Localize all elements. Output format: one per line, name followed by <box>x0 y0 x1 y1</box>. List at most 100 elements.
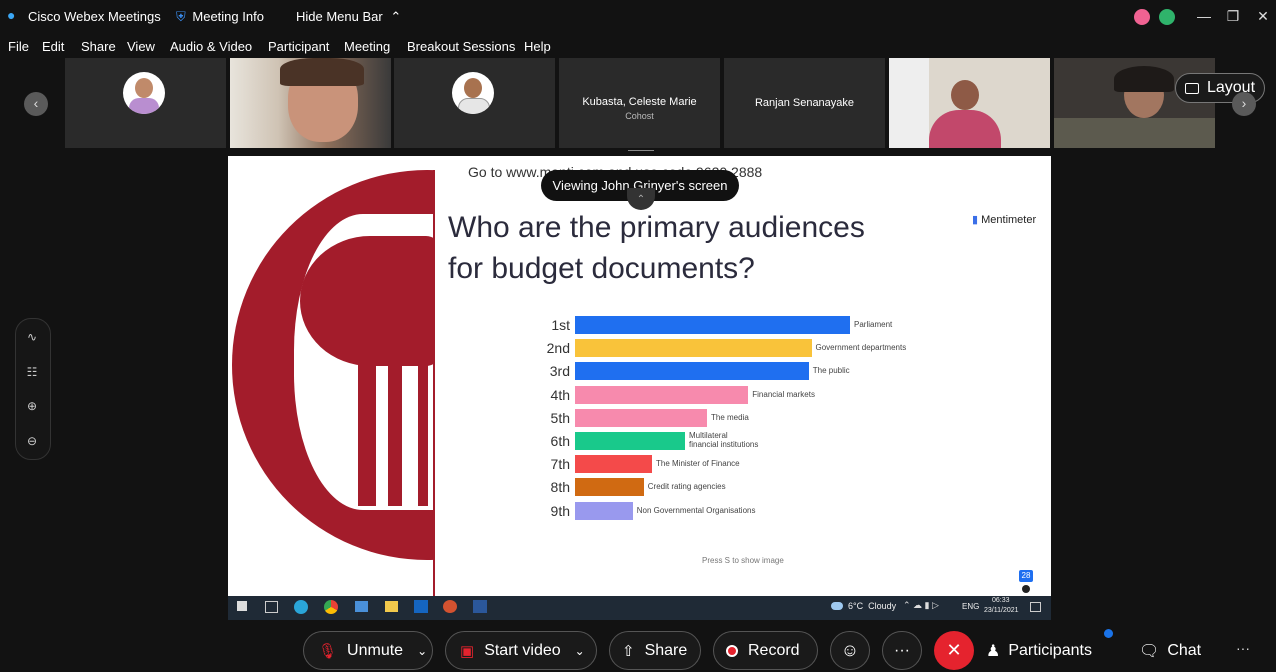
emblem-logo <box>228 156 434 596</box>
rank-label: 7th <box>550 456 570 473</box>
participants-notification-dot <box>1104 629 1113 638</box>
participant-tile-1[interactable] <box>65 58 226 148</box>
restore-icon[interactable]: ❐ <box>1222 5 1244 27</box>
zoom-in-icon[interactable]: ⊕ <box>17 394 47 418</box>
close-icon: ✕ <box>946 640 962 660</box>
video-off-icon: ▣ <box>460 642 475 660</box>
edge-icon <box>294 600 308 614</box>
ranking-bar <box>575 408 707 427</box>
weather-icon <box>831 602 843 610</box>
bar-label: The Minister of Finance <box>656 459 740 469</box>
word-icon <box>473 600 487 613</box>
task-view-icon <box>265 601 278 613</box>
tray-icons: ⌃ ☁ ▮ ▷ <box>903 600 939 610</box>
menu-help[interactable]: Help <box>524 39 551 54</box>
ranking-bar <box>575 339 812 358</box>
menu-meeting[interactable]: Meeting <box>344 39 390 54</box>
annotate-icon[interactable]: ∿ <box>17 325 47 349</box>
participant-tile-3[interactable] <box>394 58 555 148</box>
mentimeter-logo: ▮ Mentimeter <box>972 213 1036 226</box>
overflow-menu-button[interactable]: ··· <box>1236 640 1250 656</box>
ranking-bar <box>575 455 652 474</box>
participants-button[interactable]: ♟ Participants <box>986 631 1092 670</box>
avatar <box>123 72 165 114</box>
unmute-label: Unmute <box>347 641 404 659</box>
ranking-chart: 1st Parliament 2nd Government departments 3r… <box>528 316 948 531</box>
menu-share[interactable]: Share <box>81 39 116 54</box>
participant-name: Ranjan Senanayake <box>754 97 855 109</box>
record-button[interactable]: Record <box>713 631 818 670</box>
remote-control-icon[interactable]: ☷ <box>17 360 47 384</box>
filmstrip-next-button[interactable]: › <box>1232 92 1256 116</box>
rank-label: 8th <box>550 479 570 496</box>
unmute-button[interactable]: 🎙 Unmute ⌄ <box>303 631 433 670</box>
participants-icon: ♟ <box>986 642 1001 660</box>
chat-label: Chat <box>1167 641 1202 659</box>
rank-label: 4th <box>550 386 570 403</box>
microphone-muted-icon: 🎙 <box>318 642 338 660</box>
start-video-label: Start video <box>484 641 561 659</box>
chevron-down-icon: ⌄ <box>574 643 585 658</box>
ranking-bar <box>575 316 850 334</box>
response-count-badge: 28 <box>1019 570 1033 582</box>
more-icon: ··· <box>894 641 910 659</box>
question-title-line1: Who are the primary audiences <box>448 211 865 244</box>
filmstrip-prev-button[interactable]: ‹ <box>24 92 48 116</box>
question-title-line2: for budget documents? <box>448 252 755 285</box>
end-call-button[interactable]: ✕ <box>934 631 974 670</box>
bar-label: Financial markets <box>752 389 815 399</box>
ranking-bar <box>575 362 809 381</box>
share-icon: ⇧ <box>622 642 635 660</box>
participant-role: Cohost <box>625 111 654 121</box>
emblem-divider <box>433 170 435 596</box>
footer-hint: Press S to show image <box>702 556 784 565</box>
menu-audio-video[interactable]: Audio & Video <box>170 39 252 54</box>
record-icon <box>726 644 738 657</box>
minimize-icon[interactable]: — <box>1193 5 1215 27</box>
participant-tile-2-video[interactable] <box>230 58 391 148</box>
close-icon[interactable]: ✕ <box>1252 5 1274 27</box>
webex-taskbar-icon <box>355 601 368 612</box>
share-button[interactable]: ⇧ Share <box>609 631 701 670</box>
participant-tile-7-video[interactable] <box>1054 58 1215 148</box>
outlook-icon <box>414 600 428 613</box>
reactions-button[interactable]: ☺ <box>830 631 870 670</box>
overflow-icon: ··· <box>1236 640 1250 656</box>
menu-file[interactable]: File <box>8 39 29 54</box>
avatar <box>452 72 494 114</box>
more-options-button[interactable]: ··· <box>882 631 922 670</box>
zoom-out-icon[interactable]: ⊖ <box>17 429 47 453</box>
clock-date: 23/11/2021 <box>984 607 1019 614</box>
shared-screen: Go to www.menti.com and use code 9620 28… <box>228 156 1051 620</box>
ranking-bar <box>575 501 633 520</box>
menu-view[interactable]: View <box>127 39 155 54</box>
status-dot-red-icon <box>1134 9 1150 25</box>
start-video-button[interactable]: ▣ Start video ⌄ <box>445 631 597 670</box>
bar-label: The media <box>711 412 749 422</box>
chat-button[interactable]: 🗨 Chat <box>1139 631 1201 670</box>
record-label: Record <box>748 641 800 659</box>
weather-text: 6°C Cloudy <box>848 601 897 611</box>
rank-label: 6th <box>550 433 570 449</box>
mentimeter-icon: ▮ <box>972 214 979 226</box>
chat-icon: 🗨 <box>1139 642 1160 660</box>
menu-bar: File Edit Share View Audio & Video Parti… <box>0 36 1276 56</box>
ranking-bar <box>575 385 749 404</box>
rank-label: 2nd <box>546 340 570 357</box>
menu-participant[interactable]: Participant <box>268 39 329 54</box>
bar-label: The public <box>812 366 850 376</box>
mentimeter-brand: Mentimeter <box>981 214 1037 226</box>
audio-stats-icon[interactable] <box>1159 9 1175 25</box>
rank-label: 9th <box>550 502 570 519</box>
participant-tile-4[interactable]: Kubasta, Celeste Marie Cohost <box>559 58 720 148</box>
participant-tile-6-video[interactable] <box>889 58 1050 148</box>
layout-icon <box>1184 82 1199 94</box>
menu-edit[interactable]: Edit <box>42 39 64 54</box>
share-label: Share <box>644 641 688 659</box>
bar-label: Credit rating agencies <box>647 482 726 492</box>
clock-time: 06:33 <box>992 597 1010 604</box>
participant-tile-5[interactable]: Ranjan Senanayake <box>724 58 885 148</box>
hide-menu-bar-button[interactable]: Hide Menu Bar ⌃ <box>296 9 401 25</box>
menu-breakout-sessions[interactable]: Breakout Sessions <box>407 39 515 54</box>
meeting-info-button[interactable]: ⛨ Meeting Info <box>176 9 264 25</box>
